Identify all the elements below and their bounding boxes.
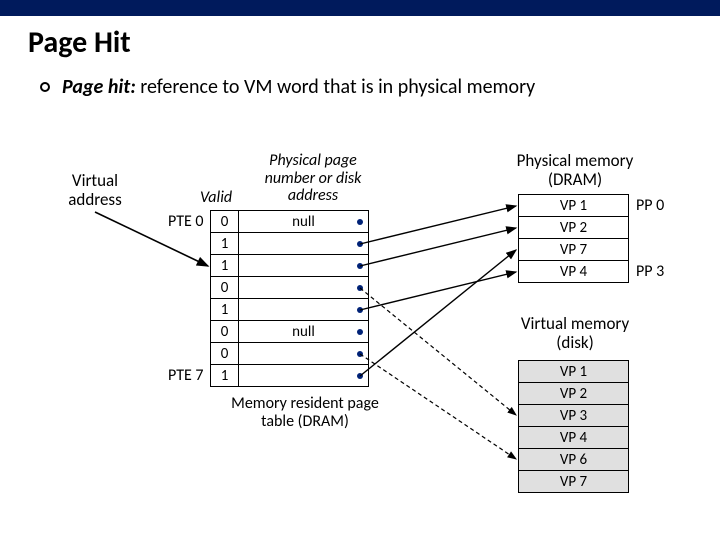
vm-row-4: VP 6 [519, 449, 629, 471]
bullet-line: Page hit: reference to VM word that is i… [40, 75, 720, 99]
vm-row-2: VP 3 [519, 405, 629, 427]
pt-addr-7 [239, 365, 369, 387]
pte-label-first: PTE 0 [168, 212, 204, 231]
diagram: Virtual address Valid Physical page numb… [0, 150, 720, 540]
pt-valid-7: 1 [211, 365, 239, 387]
physical-memory-table: VP 1 VP 2 VP 7 VP 4 [518, 194, 629, 283]
pt-addr-3 [239, 277, 369, 299]
virtual-memory-table: VP 1 VP 2 VP 3 VP 4 VP 6 VP 7 [518, 360, 629, 493]
pt-addr-4 [239, 299, 369, 321]
pm-row-1: VP 2 [519, 217, 629, 239]
pt-valid-1: 1 [211, 233, 239, 255]
pt-valid-5: 0 [211, 321, 239, 343]
slide-title: Page Hit [28, 24, 720, 61]
col-header-addr: Physical page number or disk address [248, 152, 378, 205]
pm-row-3: VP 4 [519, 261, 629, 283]
pm-row-0: VP 1 [519, 195, 629, 217]
pt-addr-1 [239, 233, 369, 255]
pm-row-2: VP 7 [519, 239, 629, 261]
bullet-term: Page hit: [62, 75, 136, 99]
vm-row-5: VP 7 [519, 471, 629, 493]
vm-row-3: VP 4 [519, 427, 629, 449]
slide-top-bar [0, 0, 720, 16]
pt-addr-6 [239, 343, 369, 365]
col-header-valid: Valid [200, 188, 232, 207]
vm-row-1: VP 2 [519, 383, 629, 405]
pt-valid-0: 0 [211, 211, 239, 233]
pte-label-last: PTE 7 [168, 366, 204, 385]
pt-valid-4: 1 [211, 299, 239, 321]
pp-label-3: PP 3 [636, 262, 664, 281]
physical-memory-header: Physical memory (DRAM) [505, 152, 645, 189]
pp-label-0: PP 0 [636, 196, 664, 215]
bullet-icon [40, 82, 50, 92]
page-table: 0null 1 1 0 1 0null 0 1 [210, 210, 369, 387]
pt-addr-0: null [239, 211, 369, 233]
pt-addr-2 [239, 255, 369, 277]
pt-valid-3: 0 [211, 277, 239, 299]
pt-addr-5: null [239, 321, 369, 343]
virtual-address-label: Virtual address [50, 172, 140, 209]
vm-row-0: VP 1 [519, 361, 629, 383]
bullet-rest: reference to VM word that is in physical… [136, 75, 535, 99]
page-table-caption: Memory resident page table (DRAM) [230, 395, 380, 430]
pt-valid-2: 1 [211, 255, 239, 277]
virtual-memory-header: Virtual memory (disk) [510, 315, 640, 352]
pt-valid-6: 0 [211, 343, 239, 365]
